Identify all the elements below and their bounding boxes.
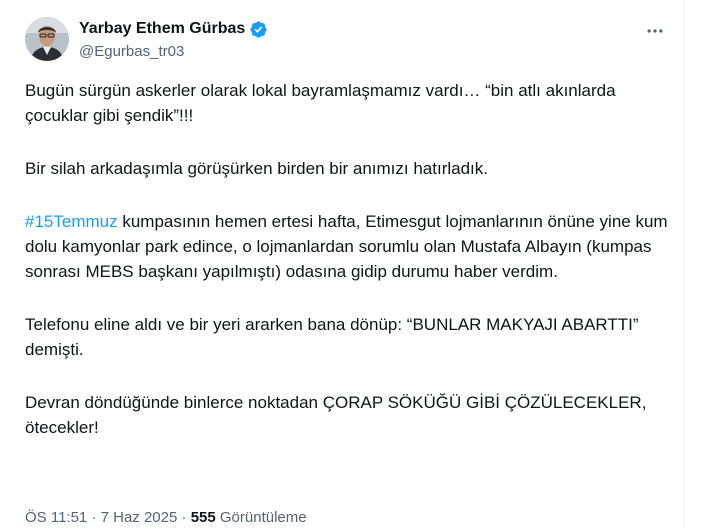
- tweet-paragraph: Bugün sürgün askerler olarak lokal bayra…: [25, 81, 616, 125]
- tweet-text: Bugün sürgün askerler olarak lokal bayra…: [25, 78, 675, 440]
- author-name-row: Yarbay Ethem Gürbas: [79, 19, 268, 39]
- tweet-paragraph-text: kumpasının hemen ertesi hafta, Etimesgut…: [25, 212, 668, 281]
- tweet-paragraph: #15Temmuz kumpasının hemen ertesi hafta,…: [25, 209, 675, 284]
- tweet-card: Yarbay Ethem Gürbas @Egurbas_tr03 Bugün …: [0, 0, 685, 528]
- author-display-name[interactable]: Yarbay Ethem Gürbas: [79, 19, 245, 39]
- views-count: 555: [190, 509, 216, 526]
- tweet-meta: ÖS 11:51 · 7 Haz 2025 · 555 Görüntüleme: [25, 508, 307, 528]
- tweet-paragraph: Telefonu eline aldı ve bir yeri ararken …: [25, 315, 639, 359]
- author-handle[interactable]: @Egurbas_tr03: [79, 42, 184, 62]
- tweet-paragraph: Bir silah arkadaşımla görüşürken birden …: [25, 159, 488, 178]
- tweet-timestamp-link[interactable]: ÖS 11:51 · 7 Haz 2025: [25, 509, 177, 526]
- tweet-date: 7 Haz 2025: [100, 509, 178, 526]
- avatar-image: [25, 17, 69, 61]
- tweet-time: ÖS 11:51: [25, 509, 88, 526]
- meta-separator: ·: [91, 509, 97, 526]
- avatar[interactable]: [25, 17, 69, 61]
- meta-separator: ·: [181, 509, 187, 526]
- more-horizontal-icon: [647, 29, 663, 33]
- hashtag-link[interactable]: #15Temmuz: [25, 212, 118, 231]
- views-label: Görüntüleme: [219, 509, 307, 526]
- tweet-paragraph: Devran döndüğünde binlerce noktadan ÇORA…: [25, 393, 647, 437]
- verified-badge-icon[interactable]: [249, 20, 268, 39]
- more-options-button[interactable]: [641, 20, 669, 42]
